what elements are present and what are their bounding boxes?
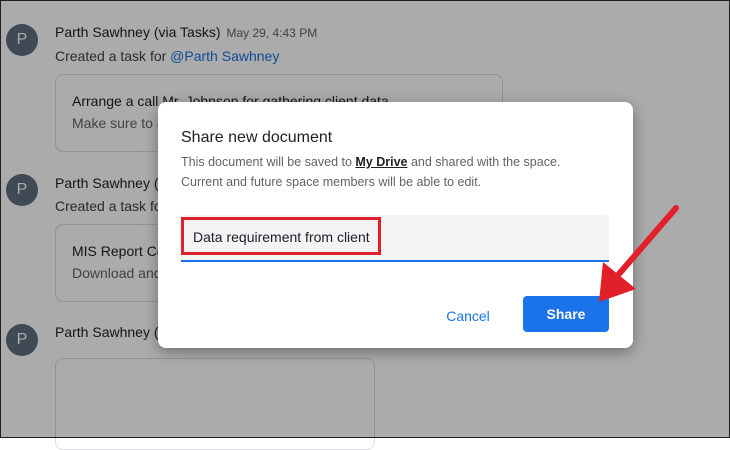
annotation-arrow-icon (599, 205, 679, 302)
